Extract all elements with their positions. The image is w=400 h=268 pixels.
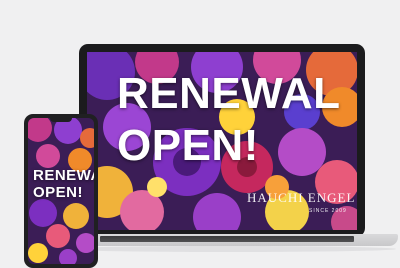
laptop-screen: RENEWAL OPEN! HAUCHI ENGEL SINCE 2009 xyxy=(87,52,357,230)
laptop-shadow xyxy=(60,246,396,252)
phone-headline-line2: OPEN! xyxy=(33,184,84,201)
device-mockup-scene: RENEWAL OPEN! HAUCHI ENGEL SINCE 2009 RE… xyxy=(0,0,400,268)
laptop-headline-line2: OPEN! xyxy=(117,121,259,170)
laptop-keyboard xyxy=(100,236,354,242)
phone-notch xyxy=(50,117,72,122)
phone-screen: RENEWAL OPEN! xyxy=(28,118,94,264)
brand-logo-text: HAUCHI ENGEL xyxy=(247,190,356,205)
laptop-headline-line1: RENEWAL xyxy=(117,69,341,118)
brand-tagline: SINCE 2009 xyxy=(309,208,347,214)
phone-headline-line1: RENEWAL xyxy=(33,167,94,184)
